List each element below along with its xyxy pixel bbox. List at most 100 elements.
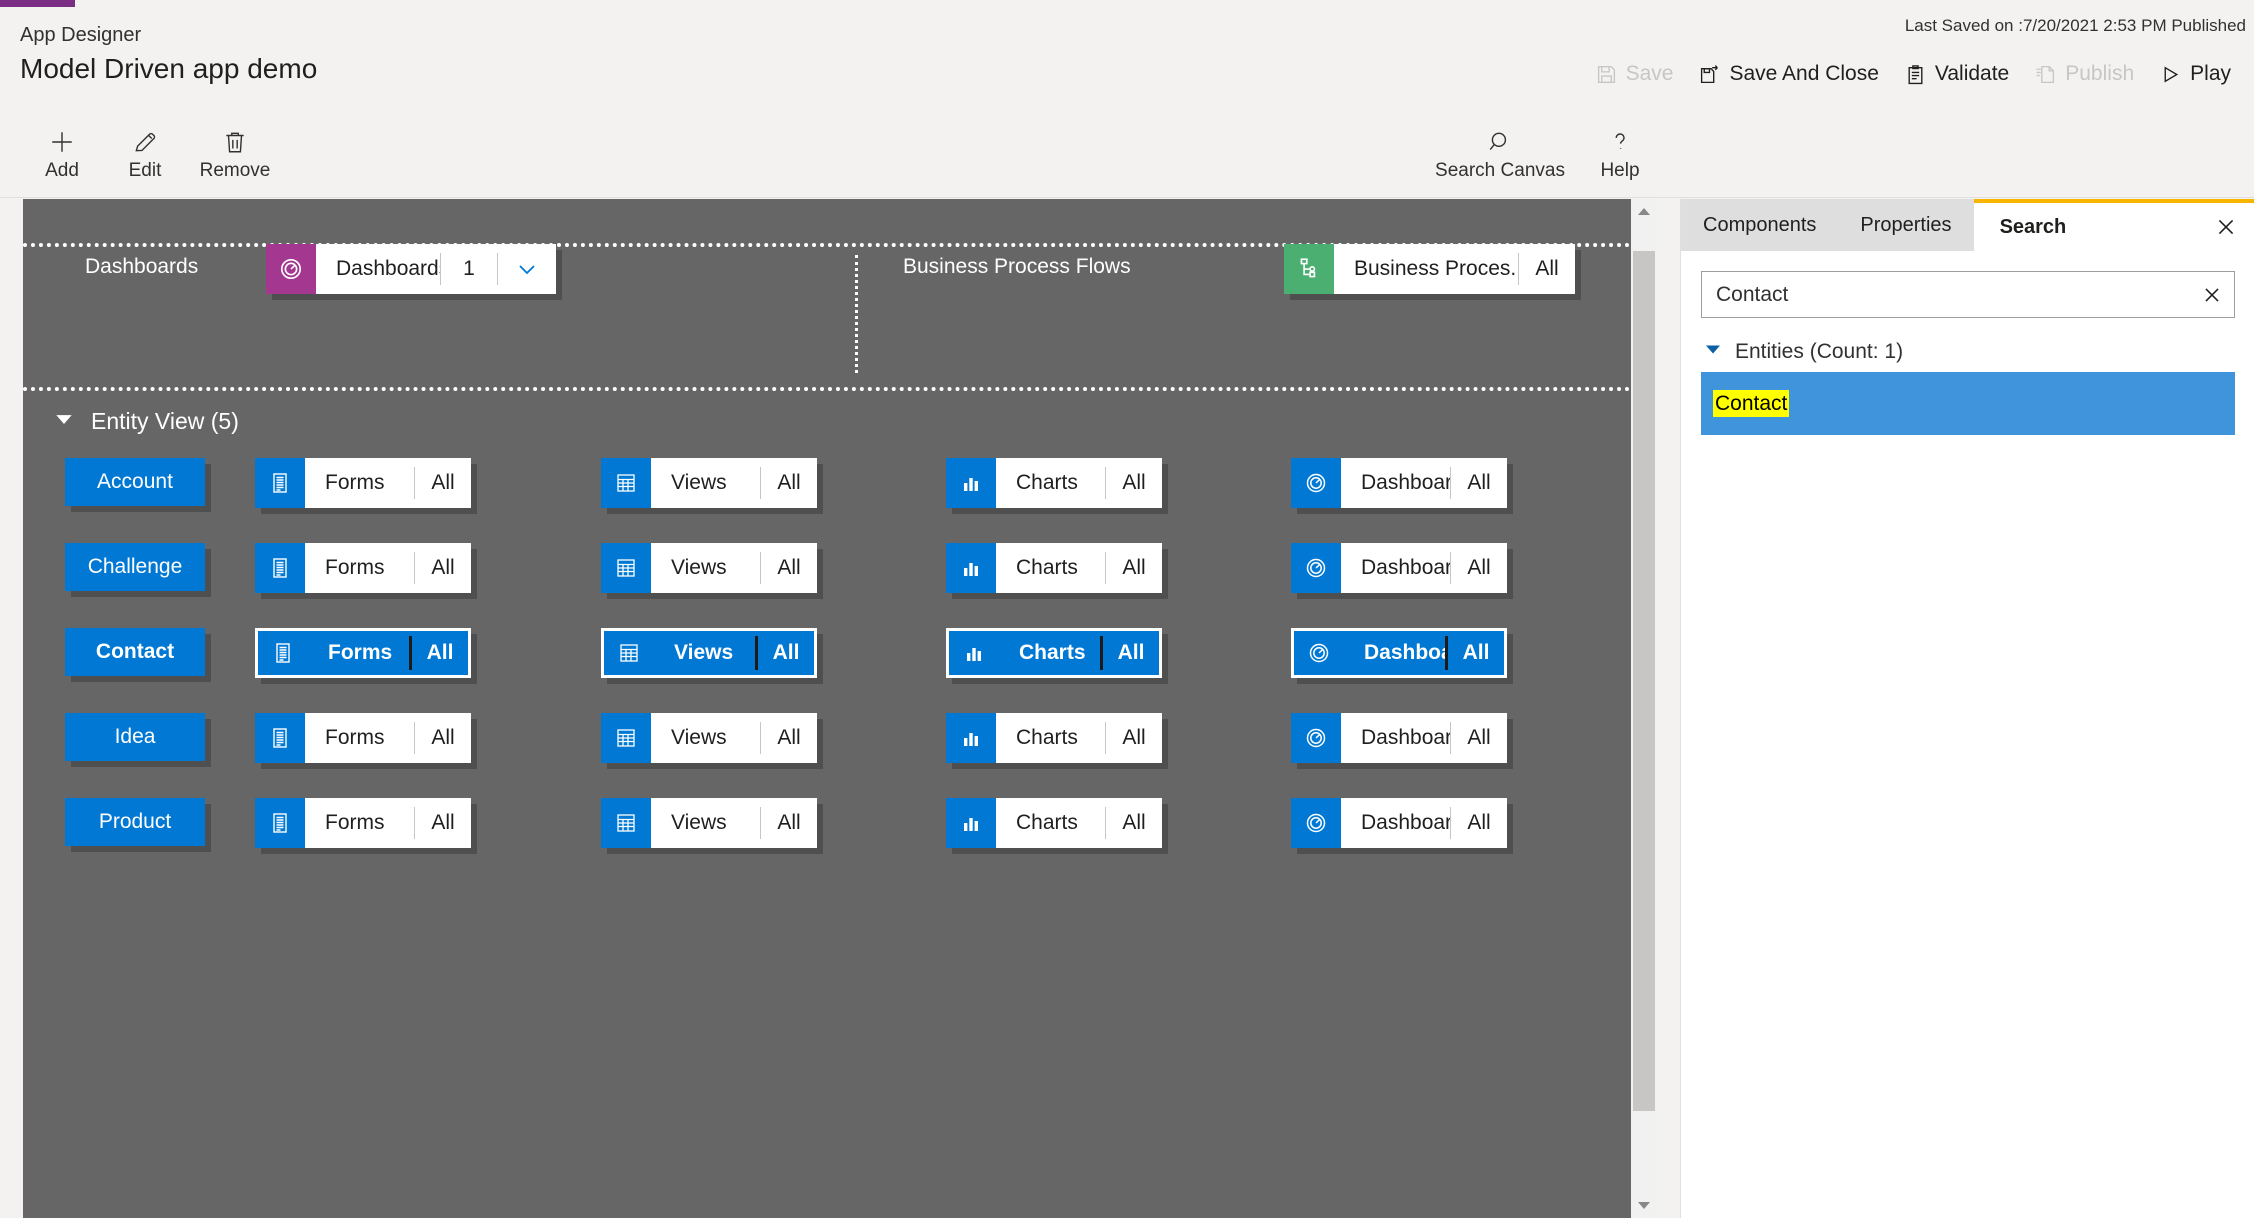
play-button[interactable]: Play — [2147, 56, 2244, 92]
canvas-scrollbar[interactable] — [1631, 199, 1657, 1218]
clear-icon[interactable] — [2190, 284, 2234, 306]
entity-button[interactable]: Challenge — [65, 543, 205, 591]
search-results-count-label: Entities (Count: 1) — [1735, 339, 1904, 363]
entity-component-tile[interactable]: Views All — [601, 628, 817, 678]
entity-component-tile-label: Charts — [1016, 471, 1078, 494]
entity-component-tile-label: Forms — [325, 556, 385, 579]
tab-search[interactable]: Search — [1973, 199, 2254, 251]
tab-components[interactable]: Components — [1681, 199, 1839, 251]
question-mark-icon — [1607, 129, 1633, 155]
search-field[interactable] — [1701, 271, 2235, 318]
business-process-flows-tile[interactable]: Business Proces... All — [1284, 244, 1575, 294]
forms-icon — [255, 458, 305, 508]
entity-button[interactable]: Idea — [65, 713, 205, 761]
dashboards-tile[interactable]: Dashboards 1 — [266, 244, 556, 294]
entity-component-tile[interactable]: Views All — [601, 798, 817, 848]
entity-component-tile-label: Forms — [325, 726, 385, 749]
entity-component-tile[interactable]: Forms All — [255, 798, 471, 848]
entity-component-tile-count: All — [426, 641, 454, 664]
entity-component-tile[interactable]: Forms All — [255, 628, 471, 678]
entity-component-tile[interactable]: Dashboards All — [1291, 798, 1507, 848]
entity-button[interactable]: Contact — [65, 628, 205, 676]
entity-component-tile-count: All — [1122, 471, 1146, 494]
validate-button[interactable]: Validate — [1892, 56, 2022, 92]
entity-component-tile-count: All — [1467, 811, 1491, 834]
entity-component-tile-label: Views — [674, 641, 734, 664]
entity-component-tile[interactable]: Dashboards All — [1291, 458, 1507, 508]
entity-component-tile[interactable]: Views All — [601, 713, 817, 763]
scroll-down-arrow-icon[interactable] — [1631, 1192, 1657, 1218]
entity-component-tile-label: Charts — [1019, 641, 1086, 664]
help-button[interactable]: Help — [1565, 120, 1675, 190]
entity-component-tile[interactable]: Charts All — [946, 543, 1162, 593]
entity-component-tile[interactable]: Views All — [601, 458, 817, 508]
entity-component-tile-label: Dashboards — [1361, 556, 1450, 579]
play-label: Play — [2190, 62, 2231, 85]
save-and-close-button[interactable]: Save And Close — [1686, 56, 1891, 92]
last-saved-status: Last Saved on :7/20/2021 2:53 PM Publish… — [1904, 16, 2246, 35]
save-button[interactable]: Save — [1583, 56, 1687, 92]
search-canvas-button[interactable]: Search Canvas — [1415, 120, 1585, 190]
entity-component-tile-count: All — [1122, 556, 1146, 579]
entity-button-label: Account — [97, 470, 173, 493]
entity-component-tile[interactable]: Charts All — [946, 458, 1162, 508]
dashboard-gauge-icon — [1291, 713, 1341, 763]
triangle-down-icon[interactable] — [1703, 339, 1723, 364]
entity-component-tile-label: Charts — [1016, 556, 1078, 579]
remove-button[interactable]: Remove — [170, 120, 300, 190]
triangle-down-icon[interactable] — [53, 408, 75, 435]
entity-component-tile-count: All — [777, 726, 801, 749]
entity-component-tile[interactable]: Charts All — [946, 713, 1162, 763]
entity-component-tile-label: Charts — [1016, 811, 1078, 834]
trash-icon — [222, 129, 248, 155]
entity-component-tile[interactable]: Charts All — [946, 798, 1162, 848]
entity-grid: Account Forms All Views All Charts All Dashboar… — [23, 449, 1631, 874]
entity-component-tile-label: Views — [671, 811, 727, 834]
tab-properties[interactable]: Properties — [1838, 199, 1974, 251]
entity-component-tile[interactable]: Dashboards All — [1291, 543, 1507, 593]
chevron-down-icon[interactable] — [498, 244, 556, 294]
dashboard-gauge-icon — [1291, 543, 1341, 593]
entity-component-tile[interactable]: Dashboards All — [1291, 628, 1507, 678]
search-input[interactable] — [1702, 272, 2190, 317]
entity-component-tile[interactable]: Dashboards All — [1291, 713, 1507, 763]
charts-bar-icon — [946, 798, 996, 848]
entity-component-tile[interactable]: Charts All — [946, 628, 1162, 678]
search-results-header[interactable]: Entities (Count: 1) — [1703, 339, 1903, 364]
entity-component-tile-count: All — [431, 471, 455, 494]
entity-component-tile[interactable]: Forms All — [255, 543, 471, 593]
entity-button[interactable]: Product — [65, 798, 205, 846]
charts-bar-icon — [949, 631, 999, 675]
entity-row: Account Forms All Views All Charts All Dashboar… — [23, 449, 1631, 534]
publish-button[interactable]: Publish — [2022, 56, 2147, 92]
search-result-item[interactable]: Contact — [1701, 372, 2235, 435]
scroll-up-arrow-icon[interactable] — [1631, 199, 1657, 225]
play-icon — [2160, 64, 2181, 85]
entity-component-tile-count: All — [777, 556, 801, 579]
entity-component-tile-count: All — [1122, 811, 1146, 834]
publish-icon — [2035, 64, 2056, 85]
bpf-section-label: Business Process Flows — [903, 255, 1131, 278]
dashboard-gauge-icon — [1294, 631, 1344, 675]
entity-view-header[interactable]: Entity View (5) — [23, 391, 1631, 451]
entity-component-tile[interactable]: Views All — [601, 543, 817, 593]
forms-icon — [255, 798, 305, 848]
right-panel: Components Properties Search Entities (C… — [1680, 199, 2254, 1218]
entity-component-tile[interactable]: Forms All — [255, 458, 471, 508]
canvas-scrollbar-thumb[interactable] — [1633, 251, 1655, 1111]
app-canvas[interactable]: Dashboards Business Process Flows Dashbo… — [23, 199, 1631, 1218]
views-grid-icon — [601, 458, 651, 508]
validate-icon — [1905, 64, 1926, 85]
entity-component-tile[interactable]: Forms All — [255, 713, 471, 763]
entity-button[interactable]: Account — [65, 458, 205, 506]
close-icon[interactable] — [2215, 216, 2237, 238]
canvas-region: Dashboards Business Process Flows Dashbo… — [0, 199, 1680, 1218]
section-vertical-divider — [855, 255, 858, 373]
entity-component-tile-count: All — [1467, 726, 1491, 749]
entity-component-tile-count: All — [1467, 471, 1491, 494]
app-designer-label: App Designer — [20, 24, 142, 46]
process-flow-icon — [1284, 244, 1334, 294]
entity-component-tile-label: Charts — [1016, 726, 1078, 749]
entity-component-tile-label: Forms — [325, 811, 385, 834]
entity-row: Product Forms All Views All Charts All Dashboar… — [23, 789, 1631, 874]
